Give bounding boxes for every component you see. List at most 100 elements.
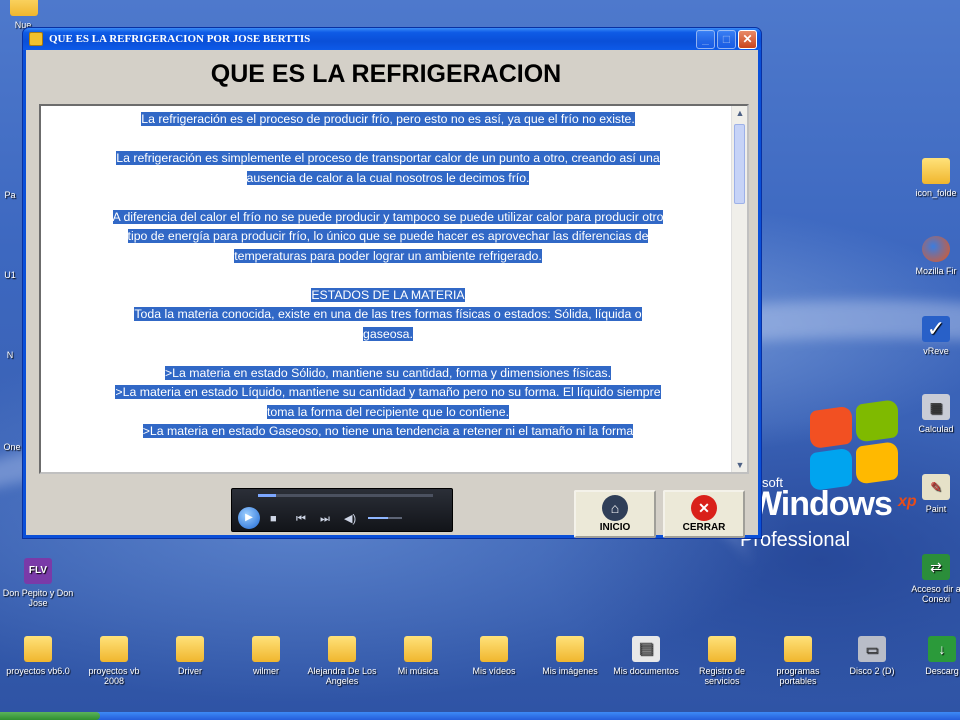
- vertical-scrollbar[interactable]: ▲ ▼: [731, 106, 747, 472]
- desktop-icon-label: Registro de servicios: [698, 666, 746, 686]
- scroll-up-icon[interactable]: ▲: [733, 106, 747, 120]
- folder-icon: [922, 158, 950, 184]
- desktop-icon[interactable]: proyectos vb6.0: [2, 636, 74, 676]
- desktop-icon-label: Alejandra De Los Angeles: [307, 666, 377, 686]
- folder-icon: [328, 636, 356, 662]
- desktop-icon-label: U1: [4, 270, 16, 280]
- stop-icon[interactable]: ■: [270, 511, 277, 527]
- text-line: temperaturas para poder lograr un ambien…: [234, 248, 542, 263]
- desktop-icon-label: One: [3, 442, 21, 452]
- windows-label: Windows: [750, 485, 893, 523]
- cerrar-label: CERRAR: [682, 522, 726, 533]
- desktop-icon-label: proyectos vb6.0: [6, 666, 70, 676]
- app-window: QUE ES LA REFRIGERACION POR JOSE BERTTIS…: [22, 27, 762, 539]
- previous-icon[interactable]: ⏮: [296, 511, 306, 527]
- folder-icon: [252, 636, 280, 662]
- folder-icon: [10, 0, 38, 16]
- desktop-icon[interactable]: ▤ Mis documentos: [610, 636, 682, 676]
- taskbar: [0, 712, 960, 720]
- home-icon: ⌂: [602, 495, 628, 521]
- desktop-icon[interactable]: Driver: [154, 636, 226, 676]
- documents-icon: ▤: [632, 636, 660, 662]
- window-title: QUE ES LA REFRIGERACION POR JOSE BERTTIS: [49, 33, 311, 45]
- minimize-button[interactable]: _: [696, 29, 715, 49]
- desktop-icon[interactable]: Mi música: [382, 636, 454, 676]
- text-line: gaseosa.: [363, 326, 413, 341]
- desktop-icon-label: programas portables: [776, 666, 820, 686]
- seek-progress: [258, 494, 276, 497]
- desktop-icon[interactable]: Mis vídeos: [458, 636, 530, 676]
- desktop-icon[interactable]: Alejandra De Los Angeles: [306, 636, 378, 686]
- desktop-icon-label: Descarg: [925, 666, 959, 676]
- desktop-icon[interactable]: icon_folde: [900, 158, 960, 198]
- desktop-icon[interactable]: Mozilla Fir: [900, 236, 960, 276]
- desktop-icon[interactable]: ▦ Calculad: [900, 394, 960, 434]
- network-icon: ⇄: [922, 554, 950, 580]
- folder-icon: [100, 636, 128, 662]
- desktop-icon[interactable]: ↓ Descarg: [906, 636, 960, 676]
- desktop-icon-label: Acceso dir a Conexi: [911, 584, 960, 604]
- paint-icon: ✎: [922, 474, 950, 500]
- desktop-icon-label: Mi música: [397, 666, 439, 676]
- desktop-icon[interactable]: programas portables: [762, 636, 834, 686]
- desktop-icon[interactable]: ▭ Disco 2 (D): [836, 636, 908, 676]
- video-folder-icon: [480, 636, 508, 662]
- text-line: La refrigeración es simplemente el proce…: [116, 151, 660, 165]
- desktop-icon-label: N: [6, 350, 14, 360]
- text-line: >La materia en estado Gaseoso, no tiene …: [142, 424, 634, 438]
- volume-slider[interactable]: [368, 517, 402, 519]
- desktop-icon-label: Paint: [925, 504, 947, 514]
- start-button[interactable]: [0, 712, 100, 720]
- text-line: tipo de energía para producir frío, lo ú…: [127, 229, 649, 243]
- desktop-icon[interactable]: Nue: [0, 0, 42, 30]
- title-bar[interactable]: QUE ES LA REFRIGERACION POR JOSE BERTTIS…: [23, 28, 761, 50]
- desktop-icon-label: Pa: [4, 190, 16, 200]
- section-heading: ESTADOS DE LA MATERIA: [311, 287, 465, 302]
- maximize-button[interactable]: □: [717, 29, 736, 49]
- play-icon[interactable]: ▶: [238, 507, 260, 529]
- seek-bar[interactable]: [258, 494, 433, 497]
- desktop-icon[interactable]: ⇄ Acceso dir a Conexi: [900, 554, 960, 604]
- drive-icon: ▭: [858, 636, 886, 662]
- form-client-area: QUE ES LA REFRIGERACION La refrigeración…: [26, 50, 758, 538]
- text-line: toma la forma del recipiente que lo cont…: [267, 404, 509, 419]
- pictures-folder-icon: [556, 636, 584, 662]
- desktop-icon-label: Don Pepito y Don Jose: [2, 588, 74, 608]
- desktop-icon[interactable]: Registro de servicios: [686, 636, 758, 686]
- music-folder-icon: [404, 636, 432, 662]
- app-icon: [29, 32, 43, 46]
- desktop-icon-label: Calculad: [918, 424, 954, 434]
- desktop-icon[interactable]: ✎ Paint: [900, 474, 960, 514]
- desktop-icon[interactable]: FLV Don Pepito y Don Jose: [2, 558, 74, 608]
- desktop-icon-label: Mis imágenes: [542, 666, 598, 676]
- firefox-icon: [922, 236, 950, 262]
- inicio-button[interactable]: ⌂ INICIO: [574, 490, 656, 538]
- desktop-icon[interactable]: ✓ vReve: [900, 316, 960, 356]
- volume-level: [368, 517, 389, 519]
- flv-video-icon: FLV: [24, 558, 52, 584]
- desktop-icon-label: wilmer: [253, 666, 279, 676]
- app-icon: ✓: [922, 316, 950, 342]
- text-line: A diferencia del calor el frío no se pue…: [112, 209, 664, 224]
- next-icon[interactable]: ⏭: [320, 511, 330, 527]
- desktop-icon-label: Mozilla Fir: [915, 266, 957, 276]
- text-content: La refrigeración es el proceso de produc…: [45, 110, 731, 442]
- scroll-thumb[interactable]: [734, 124, 745, 204]
- desktop-icon-label: Mis documentos: [613, 666, 679, 676]
- volume-icon[interactable]: ◀): [344, 511, 356, 527]
- close-button[interactable]: ✕: [738, 29, 757, 49]
- desktop-icon-label: vReve: [923, 346, 949, 356]
- desktop-icon[interactable]: Mis imágenes: [534, 636, 606, 676]
- calculator-icon: ▦: [922, 394, 950, 420]
- folder-icon: [784, 636, 812, 662]
- page-title: QUE ES LA REFRIGERACION: [210, 60, 562, 88]
- desktop-icon-label: Disco 2 (D): [849, 666, 895, 676]
- folder-icon: [24, 636, 52, 662]
- desktop-icon-label: proyectos vb 2008: [88, 666, 140, 686]
- desktop-icon[interactable]: wilmer: [230, 636, 302, 676]
- scroll-down-icon[interactable]: ▼: [733, 458, 747, 472]
- desktop-icon[interactable]: proyectos vb 2008: [78, 636, 150, 686]
- cerrar-button[interactable]: ✕ CERRAR: [663, 490, 745, 538]
- text-line: >La materia en estado Líquido, mantiene …: [115, 385, 661, 399]
- content-textbox[interactable]: La refrigeración es el proceso de produc…: [39, 104, 749, 474]
